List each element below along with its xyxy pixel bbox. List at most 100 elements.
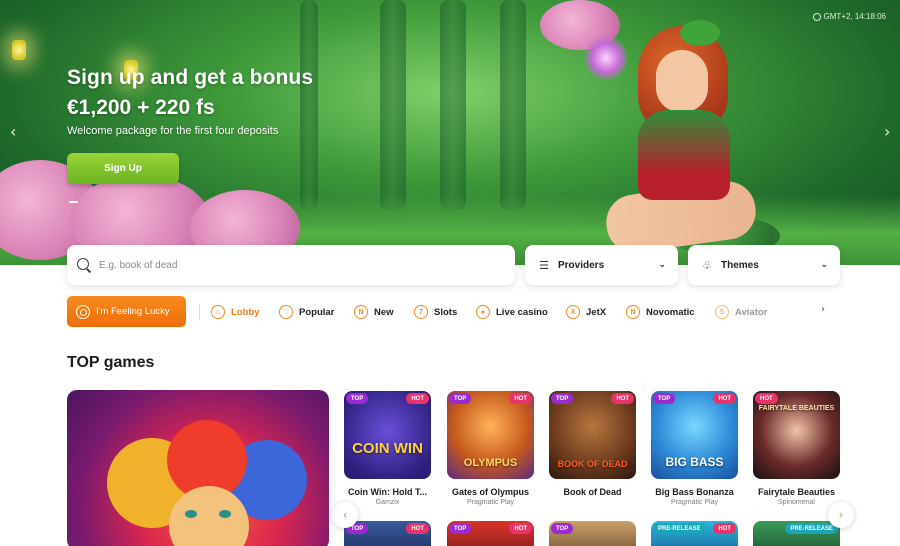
- top-badge: TOP: [346, 393, 369, 404]
- top-badge: TOP: [653, 393, 676, 404]
- hero-prev-arrow[interactable]: ‹: [10, 122, 16, 141]
- game-thumbnail[interactable]: TOP HOT: [447, 521, 534, 546]
- live-icon: ●: [476, 305, 490, 319]
- game-thumbnail[interactable]: TOP HOT BOOK OF DEAD: [549, 391, 636, 479]
- hero-subtitle: Welcome package for the first four depos…: [67, 125, 279, 137]
- game-art-title: BOOK OF DEAD: [557, 459, 628, 469]
- hot-badge: HOT: [406, 393, 429, 404]
- feeling-lucky-button[interactable]: I'm Feeling Lucky: [67, 296, 186, 327]
- nav-item-jetx[interactable]: X JetX: [566, 304, 606, 320]
- clock-icon: [812, 12, 821, 21]
- nav-item-live-casino[interactable]: ● Live casino: [476, 304, 548, 320]
- home-icon: ⌂: [211, 305, 225, 319]
- themes-label: Themes: [721, 259, 759, 271]
- elf-character: [560, 20, 800, 265]
- game-provider: Gamzix: [375, 499, 400, 506]
- game-thumbnail[interactable]: HOT FAIRYTALE BEAUTIES: [753, 391, 840, 479]
- nav-item-label: Novomatic: [646, 306, 695, 318]
- novomatic-icon: N: [626, 305, 640, 319]
- top-badge: TOP: [449, 393, 472, 404]
- search-icon: [77, 258, 91, 272]
- nav-item-label: New: [374, 306, 394, 318]
- clock-time: GMT+2, 14:18:06: [823, 12, 886, 21]
- hot-badge: HOT: [611, 393, 634, 404]
- jetx-icon: X: [566, 305, 580, 319]
- game-art-title: OLYMPUS: [463, 457, 518, 469]
- nav-item-label: Aviator: [735, 306, 768, 318]
- chevron-down-icon: ⌄: [658, 260, 666, 270]
- games-next-button[interactable]: ›: [828, 502, 854, 528]
- game-thumbnail[interactable]: TOP HOT OLYMPUS: [447, 391, 534, 479]
- tree-trunk: [500, 0, 526, 210]
- nav-divider: [199, 304, 200, 320]
- nav-item-label: JetX: [586, 306, 607, 318]
- game-thumbnail[interactable]: TOP: [549, 521, 636, 546]
- game-card[interactable]: TOP HOT BOOK OF DEAD Book of Dead: [549, 391, 636, 499]
- game-art-title: FAIRYTALE BEAUTIES: [758, 405, 835, 412]
- game-provider: Spinomenal: [778, 499, 815, 506]
- nav-item-label: Popular: [299, 306, 335, 318]
- game-provider: Pragmatic Play: [670, 499, 719, 506]
- tree-trunk: [300, 0, 318, 210]
- themes-icon: ♧: [702, 258, 712, 272]
- new-icon: N: [354, 305, 368, 319]
- game-name: Fairytale Beauties: [757, 487, 836, 497]
- hero-banner[interactable]: GMT+2, 14:18:06 ‹ › Sign up and get a bo…: [0, 0, 900, 265]
- nav-item-label: Lobby: [231, 306, 260, 318]
- game-thumbnail[interactable]: TOP HOT BIG BASS: [651, 391, 738, 479]
- jester-eye: [185, 510, 197, 518]
- game-card[interactable]: TOP HOT OLYMPUS Gates of Olympus Pragmat…: [447, 391, 534, 506]
- game-card[interactable]: TOP HOT BIG BASS Big Bass Bonanza Pragma…: [651, 391, 738, 506]
- nav-item-new[interactable]: N New: [354, 304, 394, 320]
- search-input[interactable]: [99, 259, 499, 271]
- game-name: Gates of Olympus: [451, 487, 530, 497]
- hot-badge: HOT: [755, 393, 778, 404]
- game-thumbnail[interactable]: TOP HOT: [344, 521, 431, 546]
- chevron-down-icon: ⌄: [820, 260, 828, 270]
- signup-button[interactable]: Sign Up: [67, 153, 179, 184]
- game-thumbnail[interactable]: PRE-RELEASE HOT: [651, 521, 738, 546]
- hot-badge: HOT: [713, 523, 736, 534]
- tree-trunk: [380, 0, 406, 210]
- slider-indicator[interactable]: [69, 201, 78, 203]
- feeling-lucky-label: I'm Feeling Lucky: [96, 306, 170, 317]
- top-badge: TOP: [551, 393, 574, 404]
- game-art-title: COIN WIN: [352, 440, 423, 457]
- top-badge: TOP: [449, 523, 472, 534]
- lantern: [12, 40, 26, 60]
- slots-icon: 7: [414, 305, 428, 319]
- jester-eye: [219, 510, 231, 518]
- section-title: TOP games: [67, 354, 155, 371]
- nav-item-aviator[interactable]: S Aviator: [715, 304, 767, 320]
- casino-homepage: GMT+2, 14:18:06 ‹ › Sign up and get a bo…: [0, 0, 900, 546]
- top-badge: TOP: [551, 523, 574, 534]
- hero-next-arrow[interactable]: ›: [884, 122, 890, 141]
- heart-icon: ♡: [279, 305, 293, 319]
- game-card[interactable]: HOT FAIRYTALE BEAUTIES Fairytale Beautie…: [753, 391, 840, 506]
- nav-item-slots[interactable]: 7 Slots: [414, 304, 457, 320]
- nav-item-novomatic[interactable]: N Novomatic: [626, 304, 695, 320]
- providers-dropdown[interactable]: ☰ Providers ⌄: [525, 245, 678, 285]
- nav-scroll-right-icon[interactable]: ›: [821, 304, 825, 315]
- game-thumbnail[interactable]: TOP HOT COIN WIN: [344, 391, 431, 479]
- themes-dropdown[interactable]: ♧ Themes ⌄: [688, 245, 840, 285]
- nav-item-popular[interactable]: ♡ Popular: [279, 304, 334, 320]
- featured-game-card[interactable]: [67, 390, 329, 546]
- hero-title: Sign up and get a bonus: [67, 66, 314, 89]
- clock: GMT+2, 14:18:06: [812, 12, 886, 21]
- game-art-title: BIG BASS: [665, 455, 724, 469]
- hot-badge: HOT: [509, 523, 532, 534]
- pre-release-badge: PRE-RELEASE: [653, 523, 706, 534]
- hot-badge: HOT: [509, 393, 532, 404]
- game-name: Book of Dead: [563, 487, 622, 497]
- games-prev-button[interactable]: ‹: [332, 502, 358, 528]
- hot-badge: HOT: [713, 393, 736, 404]
- nav-item-label: Live casino: [496, 306, 548, 318]
- nav-item-lobby[interactable]: ⌂ Lobby: [211, 304, 260, 320]
- game-thumbnail[interactable]: PRE-RELEASE: [753, 521, 840, 546]
- hero-bonus-amount: €1,200 + 220 fs: [67, 96, 215, 119]
- tree-trunk: [440, 0, 466, 210]
- game-name: Big Bass Bonanza: [655, 487, 734, 497]
- game-card[interactable]: TOP HOT COIN WIN Coin Win: Hold T... Gam…: [344, 391, 431, 506]
- search-bar[interactable]: [67, 245, 515, 285]
